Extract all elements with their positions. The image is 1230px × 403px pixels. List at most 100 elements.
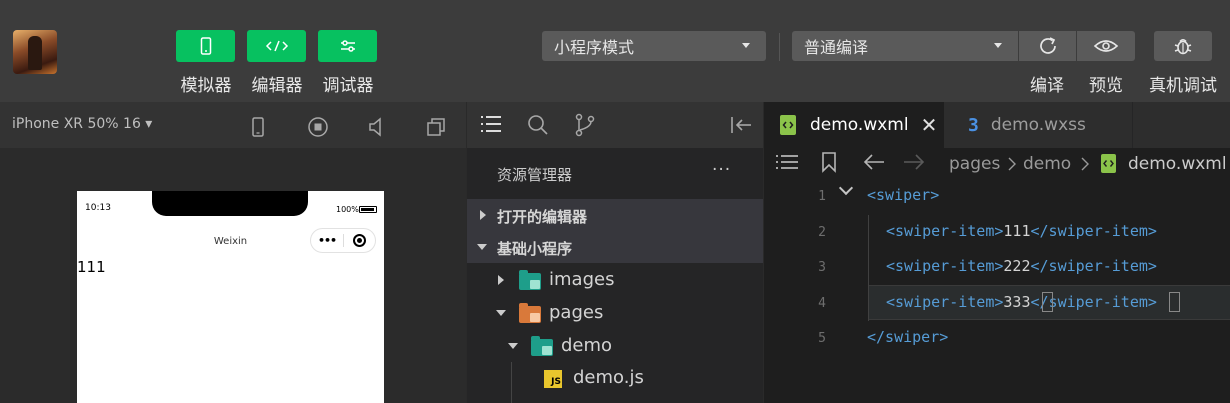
section-project-label: 基础小程序 (497, 240, 573, 258)
bracket-match-highlight (1042, 292, 1053, 312)
tab-demo-wxss[interactable]: 3 demo.wxss (944, 102, 1133, 148)
line-number: 5 (818, 331, 826, 346)
tree-item-images[interactable]: images (549, 269, 614, 290)
close-icon[interactable]: ✕ (921, 113, 938, 137)
phone-screen[interactable] (77, 191, 384, 403)
editor-label: 编辑器 (251, 76, 303, 96)
tab-demo-wxml-label: demo.wxml (810, 115, 909, 135)
eye-icon (1093, 40, 1119, 52)
compile-label: 编译 (1030, 76, 1064, 96)
mode-select-value: 小程序模式 (554, 38, 635, 57)
chevron-down-icon (994, 43, 1002, 48)
preview-button[interactable] (1077, 31, 1135, 61)
css-file-icon: 3 (968, 114, 979, 136)
chevron-down-icon[interactable] (496, 310, 506, 316)
code-token: 333 (1003, 293, 1031, 311)
sliders-icon (340, 40, 355, 52)
source-control-icon[interactable] (574, 113, 596, 137)
code-token: <swiper-item> (886, 222, 1004, 240)
code-line-1[interactable]: <swiper> (867, 186, 939, 204)
chevron-right-icon (1081, 157, 1089, 171)
wxml-file-icon (1101, 154, 1116, 173)
device-select[interactable]: iPhone XR 50% 16 ▾ (12, 116, 152, 132)
tab-demo-wxml[interactable]: demo.wxml ✕ (764, 102, 944, 148)
breadcrumb-file[interactable]: demo.wxml (1128, 154, 1227, 174)
user-avatar[interactable] (13, 30, 57, 74)
stop-icon[interactable] (307, 116, 329, 138)
line-number: 3 (818, 260, 826, 275)
mode-select[interactable]: 小程序模式 (542, 31, 766, 61)
search-icon[interactable] (527, 114, 549, 136)
code-line-2[interactable]: <swiper-item>111</swiper-item> (886, 222, 1157, 240)
status-time: 10:13 (85, 203, 111, 213)
code-token: 222 (1003, 257, 1031, 275)
section-open-editors-label: 打开的编辑器 (497, 208, 588, 226)
code-token: <swiper-item> (886, 293, 1004, 311)
line-number: 2 (818, 225, 826, 240)
back-arrow-icon[interactable] (862, 153, 886, 171)
tree-indent-guide (511, 362, 512, 403)
compile-mode-select[interactable]: 普通编译 (792, 31, 1018, 61)
compile-mode-value: 普通编译 (804, 38, 869, 57)
code-editor[interactable] (764, 148, 1230, 403)
tree-item-demo[interactable]: demo (561, 335, 612, 356)
compile-button[interactable] (1019, 31, 1076, 61)
remote-debug-button[interactable] (1154, 31, 1212, 61)
simulator-toggle-button[interactable] (176, 30, 235, 62)
preview-label: 预览 (1089, 76, 1123, 96)
tree-item-pages[interactable]: pages (549, 302, 603, 323)
collapse-panel-icon[interactable] (729, 115, 753, 135)
folder-images-icon (519, 270, 541, 290)
breadcrumb-pages[interactable]: pages (949, 154, 1000, 174)
code-token: </swiper> (867, 328, 949, 346)
window-icon[interactable] (425, 116, 447, 138)
wxml-file-icon (780, 115, 796, 135)
forward-arrow-icon[interactable] (902, 153, 926, 171)
simulator-label: 模拟器 (180, 76, 232, 96)
bookmark-icon[interactable] (820, 151, 838, 173)
folder-demo-icon (531, 336, 553, 356)
code-line-5[interactable]: </swiper> (867, 328, 948, 346)
code-token: <swiper> (867, 186, 940, 204)
remote-debug-label: 真机调试 (1149, 76, 1217, 96)
js-file-icon: JS (544, 370, 562, 388)
debugger-label: 调试器 (322, 76, 374, 96)
line-number: 1 (818, 189, 826, 204)
chevron-down-icon (477, 244, 487, 250)
more-icon[interactable]: ··· (712, 160, 731, 180)
bug-icon (1174, 38, 1192, 55)
debugger-toggle-button[interactable] (318, 30, 377, 62)
line-number: 4 (818, 296, 826, 311)
speaker-icon[interactable] (366, 116, 388, 138)
toolbar-divider (779, 33, 780, 61)
tree-item-demo-js[interactable]: demo.js (573, 367, 644, 388)
code-token: 111 (1003, 222, 1031, 240)
status-battery: 100% (336, 205, 359, 214)
code-icon (265, 40, 288, 52)
more-dots-icon[interactable]: ••• (318, 234, 337, 247)
top-toolbar: 模拟器 编辑器 调试器 小程序模式 普通编译 编译 预览 真机调试 (0, 0, 1230, 102)
editor-toggle-button[interactable] (247, 30, 306, 62)
outline-list-icon[interactable] (775, 154, 799, 170)
chevron-right-icon[interactable] (498, 275, 504, 285)
code-token: </swiper-item> (1030, 257, 1157, 275)
indent-guide (868, 215, 869, 321)
mobile-icon[interactable] (247, 116, 269, 138)
capsule-divider (343, 234, 344, 247)
chevron-down-icon[interactable] (508, 343, 518, 349)
breadcrumb-demo[interactable]: demo (1023, 154, 1071, 174)
code-token: <swiper-item> (886, 257, 1004, 275)
bracket-match-highlight (1169, 292, 1180, 312)
battery-icon (359, 206, 377, 213)
folder-pages-icon (519, 303, 541, 323)
chevron-right-icon (480, 210, 486, 220)
close-target-icon[interactable] (353, 234, 366, 247)
list-icon[interactable] (480, 114, 502, 134)
code-line-4[interactable]: <swiper-item>333</swiper-item> (886, 293, 1157, 311)
chevron-down-icon (742, 43, 750, 48)
phone-notch (152, 191, 308, 216)
tab-demo-wxss-label: demo.wxss (990, 115, 1086, 135)
code-token: </swiper-item> (1030, 222, 1157, 240)
code-line-3[interactable]: <swiper-item>222</swiper-item> (886, 257, 1157, 275)
explorer-title: 资源管理器 (497, 166, 573, 184)
